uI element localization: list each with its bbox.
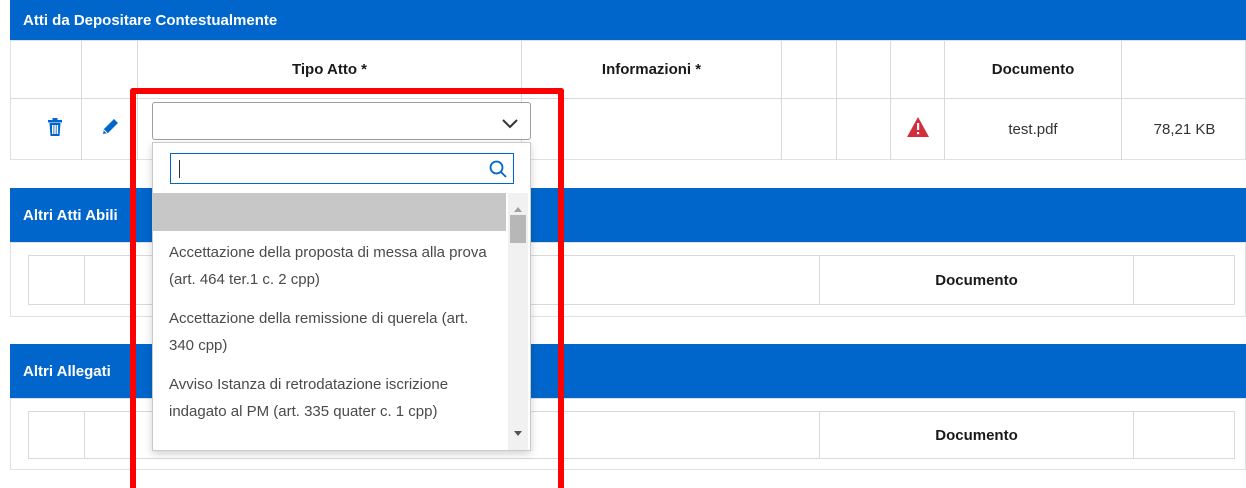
- section-title: Altri Allegati: [23, 362, 111, 380]
- section-title: Atti da Depositare Contestualmente: [23, 11, 278, 29]
- header-documento: Documento: [820, 412, 1134, 458]
- header-documento: Documento: [945, 41, 1122, 98]
- document-size: 78,21 KB: [1153, 120, 1216, 138]
- document-filename[interactable]: test.pdf: [945, 98, 1122, 160]
- warning-triangle-icon: [906, 117, 929, 141]
- section-header-atti-contestuali: Atti da Depositare Contestualmente: [10, 0, 1246, 40]
- pencil-icon[interactable]: [101, 118, 119, 140]
- highlight-annotation-frame: [130, 88, 564, 488]
- header-documento: Documento: [820, 256, 1134, 304]
- section-title: Altri Atti Abili: [23, 206, 118, 224]
- trash-icon[interactable]: [47, 118, 63, 140]
